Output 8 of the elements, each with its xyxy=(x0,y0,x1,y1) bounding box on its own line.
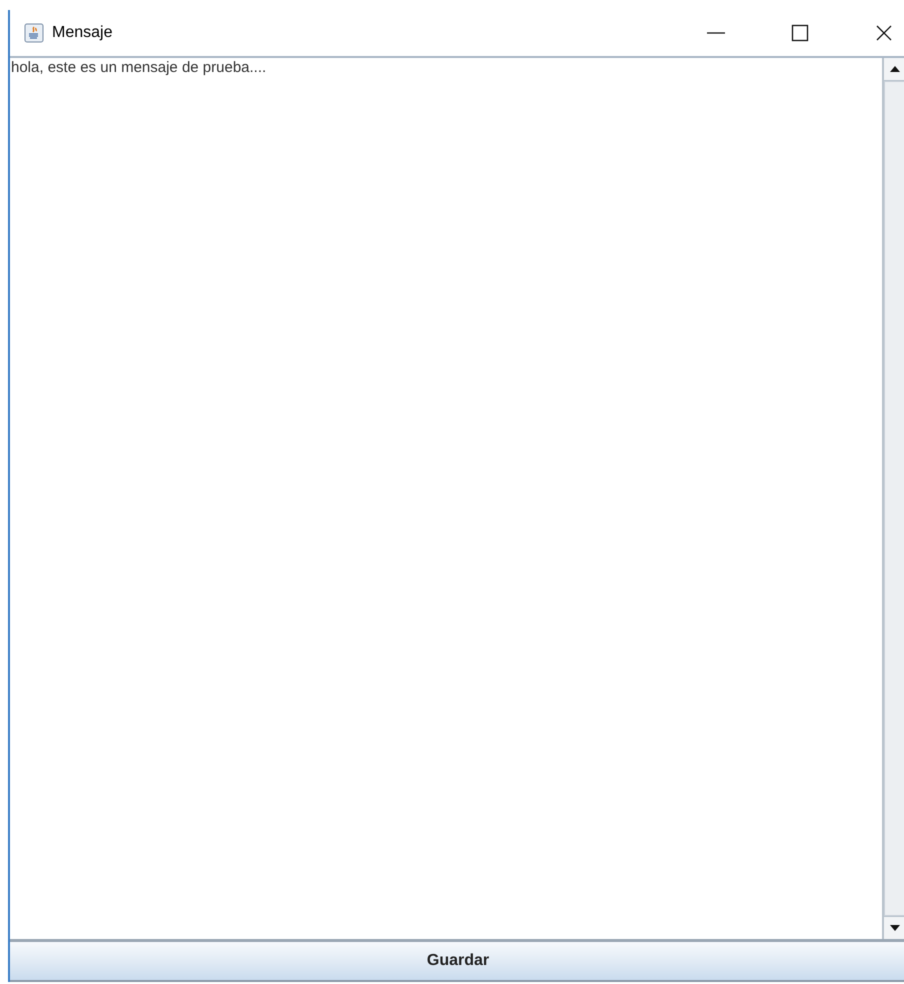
scrollbar[interactable] xyxy=(882,58,904,939)
scroll-down-icon[interactable] xyxy=(890,925,900,931)
scroll-up-icon[interactable] xyxy=(890,66,900,72)
save-button[interactable]: Guardar xyxy=(10,942,904,982)
maximize-icon[interactable] xyxy=(790,23,810,43)
window-title: Mensaje xyxy=(52,24,112,42)
java-app-icon xyxy=(24,23,44,43)
close-icon[interactable] xyxy=(874,23,894,43)
